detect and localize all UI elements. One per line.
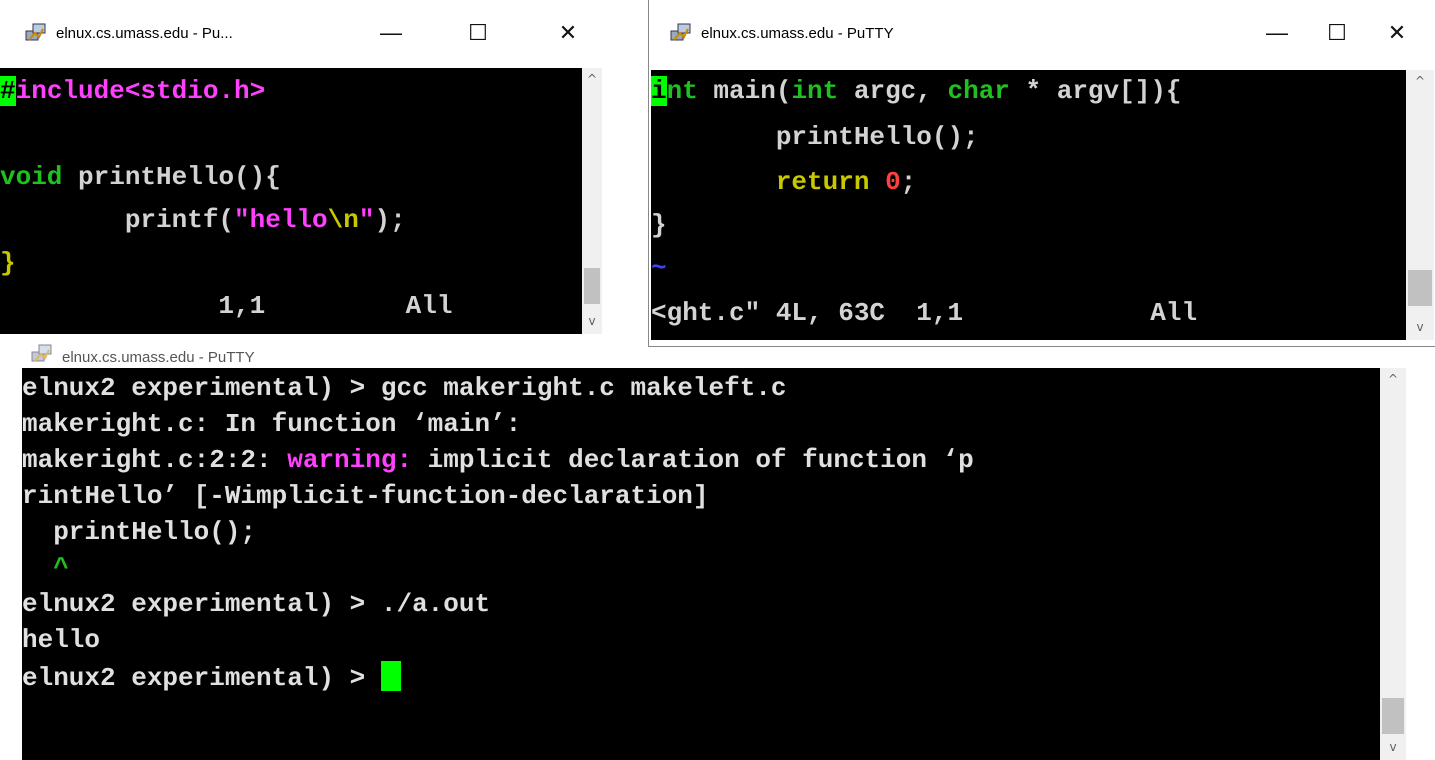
text-cursor: #	[0, 76, 16, 106]
code-text: argc,	[838, 76, 948, 106]
editor-line: printf("hello\n");	[0, 205, 406, 235]
scrollbar[interactable]: ^ v	[1380, 368, 1406, 760]
type-keyword: void	[0, 162, 63, 192]
putty-window-bottom[interactable]: elnux.cs.umass.edu - PuTTY elnux2 experi…	[0, 330, 1412, 760]
maximize-button[interactable]: ☐	[1314, 0, 1360, 66]
empty-line-tilde: ~	[651, 253, 667, 283]
terminal-line: elnux2 experimental) > gcc makeright.c m…	[22, 373, 787, 403]
editor-line: return 0;	[651, 167, 916, 197]
scrollbar-thumb[interactable]	[1408, 270, 1432, 306]
prompt: elnux2 experimental) >	[22, 663, 381, 693]
editor-line: void printHello(){	[0, 162, 281, 192]
putty-icon	[24, 21, 48, 45]
warning-message: implicit declaration of function ‘p	[412, 445, 974, 475]
type-keyword: char	[947, 76, 1010, 106]
minimize-button[interactable]: —	[368, 0, 414, 66]
maximize-button[interactable]: ☐	[455, 0, 501, 66]
status-line: 1,1 All	[0, 291, 453, 321]
scroll-down-button[interactable]: v	[582, 314, 602, 328]
window-title: elnux.cs.umass.edu - Pu...	[56, 24, 233, 42]
editor-line: int main(int argc, char * argv[]){	[651, 76, 1182, 106]
scrollbar-thumb[interactable]	[584, 268, 600, 304]
code-text: );	[374, 205, 406, 235]
putty-icon	[669, 21, 693, 45]
preprocessor-directive: include<stdio.h>	[15, 76, 266, 106]
putty-window-right[interactable]: elnux.cs.umass.edu - PuTTY — ☐ ✕ int mai…	[648, 0, 1435, 347]
window-title: elnux.cs.umass.edu - PuTTY	[62, 349, 255, 366]
caret-marker: ^	[22, 553, 69, 583]
scrollbar[interactable]: ^ v	[1406, 70, 1434, 340]
terminal-line: makeright.c:2:2: warning: implicit decla…	[22, 445, 974, 475]
warning-prefix: makeright.c:2:2:	[22, 445, 288, 475]
string-literal-end: "	[358, 205, 375, 235]
number-literal: 0	[885, 167, 901, 197]
scroll-down-button[interactable]: v	[1406, 320, 1434, 334]
terminal-area[interactable]: int main(int argc, char * argv[]){ print…	[651, 70, 1406, 340]
terminal-line: rintHello’ [-Wimplicit-function-declarat…	[22, 481, 709, 511]
code-text: printHello(){	[62, 162, 281, 192]
code-text: printf(	[0, 205, 235, 235]
code-text: ;	[900, 167, 917, 197]
type-keyword: int	[791, 76, 839, 106]
escape-sequence: \n	[327, 205, 359, 235]
scroll-up-button[interactable]: ^	[1406, 74, 1434, 88]
text-cursor	[380, 661, 401, 691]
scrollbar-thumb[interactable]	[1382, 698, 1404, 734]
terminal-line: printHello();	[22, 517, 257, 547]
scroll-down-button[interactable]: v	[1380, 740, 1406, 754]
code-text: main(	[697, 76, 792, 106]
editor-line: #include<stdio.h>	[0, 76, 265, 106]
putty-icon	[30, 342, 54, 366]
text-cursor: i	[651, 76, 667, 106]
close-button[interactable]: ✕	[545, 0, 591, 66]
terminal-line: hello	[22, 625, 101, 655]
window-title: elnux.cs.umass.edu - PuTTY	[701, 24, 894, 42]
scrollbar[interactable]: ^ v	[582, 68, 602, 334]
minimize-button[interactable]: —	[1254, 0, 1300, 66]
scroll-up-button[interactable]: ^	[1380, 372, 1406, 386]
code-text: * argv[]){	[1009, 76, 1182, 106]
title-bar[interactable]: elnux.cs.umass.edu - PuTTY — ☐ ✕	[649, 0, 1435, 66]
terminal-area[interactable]: #include<stdio.h> void printHello(){ pri…	[0, 68, 582, 334]
close-button[interactable]: ✕	[1374, 0, 1420, 66]
status-line: <ght.c" 4L, 63C 1,1 All	[651, 298, 1198, 328]
editor-line: printHello();	[651, 122, 979, 152]
statement-keyword: return	[775, 167, 870, 197]
terminal-line: makeright.c: In function ‘main’:	[22, 409, 522, 439]
terminal-line: elnux2 experimental) > ./a.out	[22, 589, 491, 619]
type-keyword: nt	[666, 76, 698, 106]
string-literal: "hello	[234, 205, 328, 235]
scroll-up-button[interactable]: ^	[582, 72, 602, 86]
putty-window-left[interactable]: elnux.cs.umass.edu - Pu... — ☐ ✕ #includ…	[0, 0, 602, 334]
terminal-area[interactable]: elnux2 experimental) > gcc makeright.c m…	[22, 368, 1380, 760]
terminal-prompt-line: elnux2 experimental) >	[22, 661, 401, 693]
editor-line: }	[651, 210, 667, 240]
warning-label: warning:	[287, 445, 413, 475]
editor-line: }	[0, 248, 16, 278]
title-bar[interactable]: elnux.cs.umass.edu - Pu... — ☐ ✕	[0, 0, 602, 66]
